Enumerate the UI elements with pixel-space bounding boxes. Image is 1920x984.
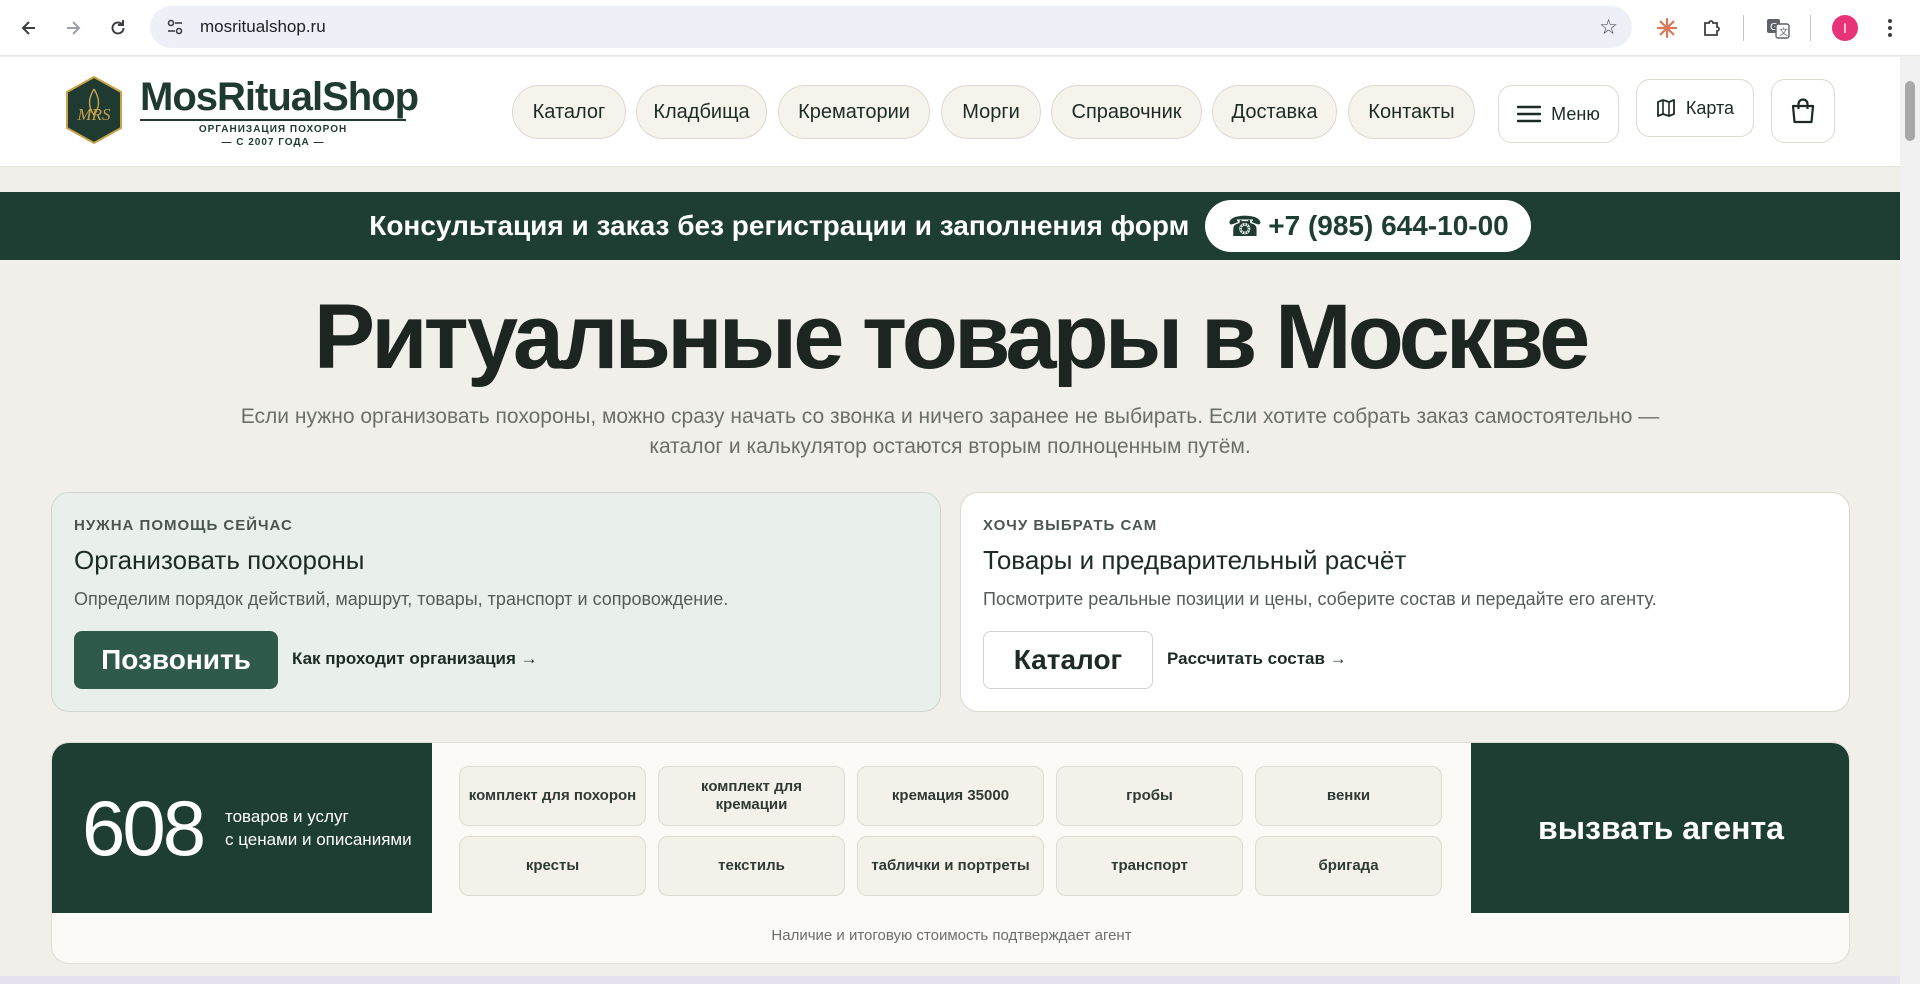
banner-phone-button[interactable]: ☎ +7 (985) 644-10-00 — [1205, 200, 1531, 252]
logo-subtitle-line1: ОРГАНИЗАЦИЯ ПОХОРОН — [198, 124, 348, 135]
bookmark-star-icon[interactable]: ☆ — [1599, 15, 1618, 40]
banner-text: Консультация и заказ без регистрации и з… — [369, 210, 1190, 241]
card-title: Организовать похороны — [74, 545, 365, 575]
nav-catalog[interactable]: Каталог — [512, 85, 626, 139]
map-label: Карта — [1685, 97, 1735, 118]
site-header: MRS MosRitualShop ОРГАНИЗАЦИЯ ПОХОРОН — … — [0, 57, 1900, 167]
cart-button[interactable] — [1771, 79, 1835, 143]
chip-transport[interactable]: транспорт — [1056, 836, 1243, 896]
profile-avatar[interactable]: I — [1832, 15, 1858, 41]
calculate-set-link[interactable]: Рассчитать состав → — [1167, 649, 1347, 669]
call-agent-button[interactable]: вызвать агента — [1471, 743, 1849, 913]
browser-toolbar: mosritualshop.ru ☆ G文 I — [0, 0, 1920, 56]
consultation-banner: Консультация и заказ без регистрации и з… — [0, 192, 1900, 260]
call-button[interactable]: Позвонить — [74, 631, 278, 689]
chip-cremation-35000[interactable]: кремация 35000 — [857, 766, 1044, 826]
catalog-stats-panel: 608 товаров и услуг с ценами и описаниям… — [51, 742, 1850, 964]
product-count-label: товаров и услуг с ценами и описаниями — [225, 805, 412, 851]
chip-textile[interactable]: текстиль — [658, 836, 845, 896]
nav-morgues[interactable]: Морги — [941, 85, 1041, 139]
count-label-line2: с ценами и описаниями — [225, 830, 412, 849]
claude-extension-icon[interactable] — [1651, 12, 1683, 44]
availability-note: Наличие и итоговую стоимость подтверждае… — [771, 927, 1132, 944]
map-button[interactable]: Карта — [1636, 79, 1754, 137]
extensions-puzzle-icon[interactable] — [1696, 12, 1728, 44]
menu-button[interactable]: Меню — [1498, 85, 1619, 143]
organize-funeral-card: НУЖНА ПОМОЩЬ СЕЙЧАС Организовать похорон… — [51, 492, 941, 712]
chip-funeral-set[interactable]: комплект для похорон — [459, 766, 646, 826]
address-bar[interactable]: mosritualshop.ru ☆ — [150, 6, 1632, 48]
card-title: Товары и предварительный расчёт — [983, 545, 1407, 575]
subtitle-line1: Если нужно организовать похороны, можно … — [240, 405, 1660, 428]
nav-contacts[interactable]: Контакты — [1348, 85, 1475, 139]
phone-icon: ☎ — [1227, 210, 1263, 242]
url-text: mosritualshop.ru — [200, 17, 326, 36]
menu-label: Меню — [1551, 103, 1600, 124]
nav-directory[interactable]: Справочник — [1051, 85, 1202, 139]
toolbar-divider — [1810, 15, 1811, 41]
choose-yourself-card: ХОЧУ ВЫБРАТЬ САМ Товары и предварительны… — [960, 492, 1850, 712]
page-subtitle: Если нужно организовать похороны, можно … — [200, 402, 1700, 462]
shopping-bag-icon — [1791, 98, 1815, 124]
card-description: Посмотрите реальные позиции и цены, собе… — [983, 589, 1657, 609]
toolbar-divider — [1743, 15, 1744, 41]
logo-mark-text: MRS — [76, 105, 111, 124]
logo-subtitle: ОРГАНИЗАЦИЯ ПОХОРОН — С 2007 ГОДА — — [140, 123, 406, 149]
chip-crosses[interactable]: кресты — [459, 836, 646, 896]
translate-icon[interactable]: G文 — [1762, 12, 1794, 44]
back-icon[interactable] — [13, 12, 45, 44]
scroll-thumb[interactable] — [1905, 81, 1915, 141]
chip-plaques-portraits[interactable]: таблички и портреты — [857, 836, 1044, 896]
catalog-button[interactable]: Каталог — [983, 631, 1153, 689]
forward-icon[interactable] — [57, 12, 89, 44]
card-kicker: НУЖНА ПОМОЩЬ СЕЙЧАС — [74, 517, 293, 534]
how-organization-works-link[interactable]: Как проходит организация → — [292, 649, 538, 669]
site-info-icon[interactable] — [164, 16, 186, 38]
menu-kebab-icon[interactable] — [1880, 14, 1900, 42]
subtitle-line2: каталог и калькулятор остаются вторым по… — [649, 435, 1251, 458]
card-kicker: ХОЧУ ВЫБРАТЬ САМ — [983, 517, 1158, 534]
count-label-line1: товаров и услуг — [225, 807, 349, 826]
nav-cemeteries[interactable]: Кладбища — [636, 85, 767, 139]
chip-coffins[interactable]: гробы — [1056, 766, 1243, 826]
page-bottom-edge — [0, 976, 1900, 984]
reload-icon[interactable] — [102, 12, 134, 44]
chip-wreaths[interactable]: венки — [1255, 766, 1442, 826]
hamburger-icon — [1517, 105, 1542, 123]
nav-crematoria[interactable]: Крематории — [778, 85, 930, 139]
svg-text:文: 文 — [1779, 26, 1788, 38]
logo-title[interactable]: MosRitualShop — [140, 75, 419, 120]
banner-phone-number: +7 (985) 644-10-00 — [1268, 210, 1509, 241]
product-count-box: 608 товаров и услуг с ценами и описаниям… — [52, 743, 432, 913]
logo-subtitle-line2: — С 2007 ГОДА — — [221, 137, 325, 148]
product-count: 608 — [82, 784, 206, 872]
nav-delivery[interactable]: Доставка — [1212, 85, 1337, 139]
page-title: Ритуальные товары в Москве — [313, 286, 1591, 388]
card-description: Определим порядок действий, маршрут, тов… — [74, 589, 729, 609]
logo-divider — [140, 119, 406, 121]
chip-team[interactable]: бригада — [1255, 836, 1442, 896]
chip-cremation-set[interactable]: комплект для кремации — [658, 766, 845, 826]
page-scrollbar[interactable] — [1900, 57, 1920, 984]
category-chips: комплект для похорон комплект для кремац… — [432, 743, 1471, 913]
map-icon — [1657, 99, 1675, 117]
logo-emblem[interactable]: MRS — [64, 75, 124, 145]
